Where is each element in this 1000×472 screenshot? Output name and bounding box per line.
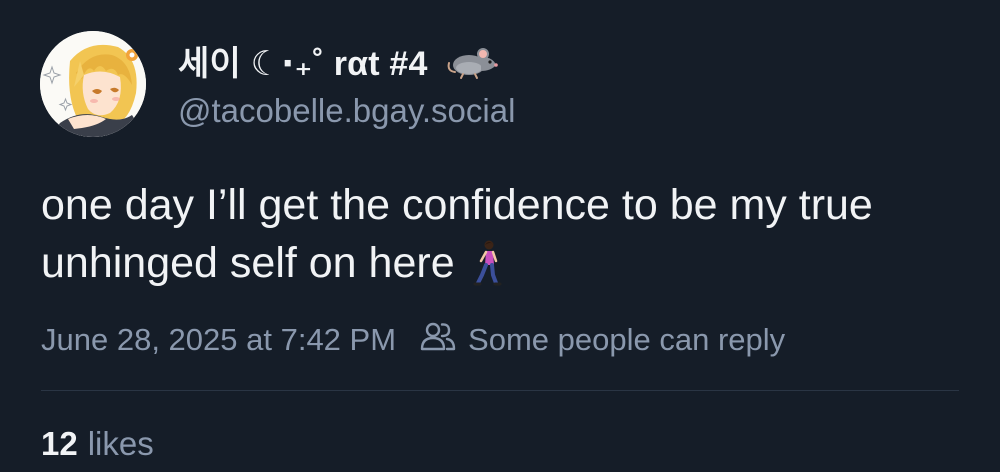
post-timestamp[interactable]: June 28, 2025 at 7:42 PM	[41, 322, 396, 358]
person-walking-icon	[473, 239, 503, 302]
author-display-name[interactable]: 세이 ☾⋅₊˚ rαt #4	[178, 36, 499, 90]
post-meta: June 28, 2025 at 7:42 PM Some people can…	[41, 321, 785, 359]
author-display-name-text: 세이 ☾⋅₊˚ rαt #4	[178, 45, 428, 83]
post-text: one day I’ll get the confidence to be my…	[41, 181, 873, 287]
author-handle[interactable]: @tacobelle.bgay.social	[178, 92, 515, 130]
author-avatar[interactable]	[40, 31, 146, 137]
reply-setting-button[interactable]: Some people can reply	[420, 321, 785, 359]
anime-avatar-icon	[40, 31, 146, 137]
likes-link[interactable]: 12 likes	[41, 425, 154, 463]
people-icon	[420, 321, 456, 359]
likes-count: 12	[41, 425, 78, 462]
post-thread-view: 세이 ☾⋅₊˚ rαt #4 @tacobelle.bgay.social on…	[0, 0, 1000, 472]
likes-label: likes	[87, 425, 154, 462]
rat-icon	[445, 41, 499, 90]
post-body: one day I’ll get the confidence to be my…	[41, 176, 961, 302]
reply-setting-label: Some people can reply	[468, 322, 786, 357]
divider	[41, 390, 959, 391]
